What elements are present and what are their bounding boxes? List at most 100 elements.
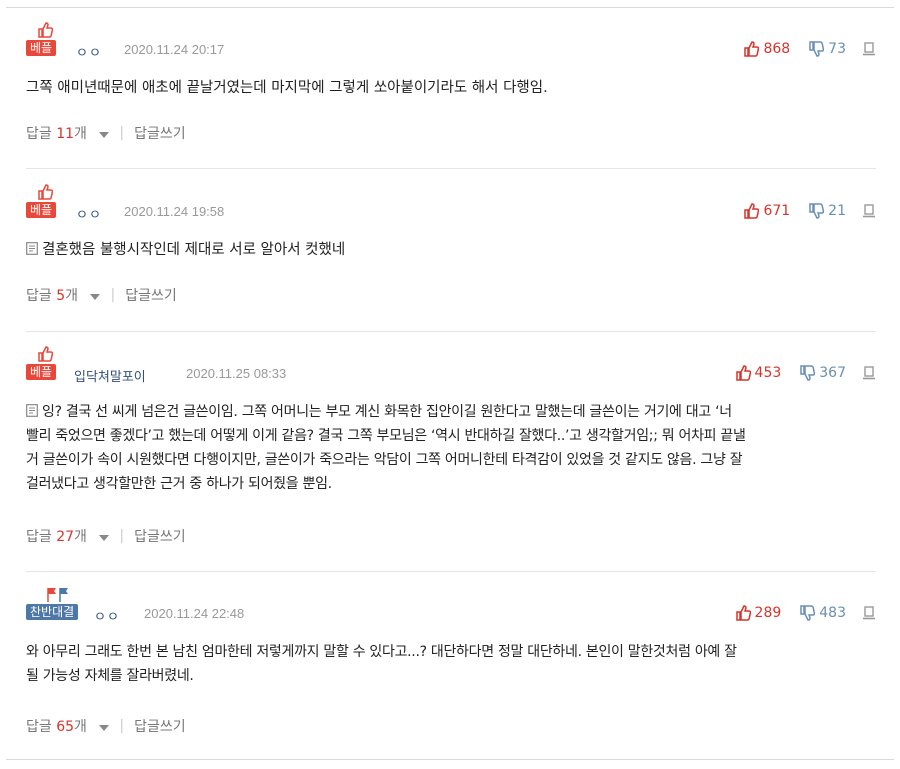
thumbs-up-icon [38, 184, 53, 200]
like-button[interactable]: 868 [743, 41, 790, 57]
comment-divider [26, 331, 876, 332]
memo-icon [26, 404, 38, 417]
top-divider [6, 7, 894, 8]
report-icon[interactable] [862, 606, 876, 620]
write-reply-link[interactable]: 답글쓰기 [134, 123, 186, 143]
comment-divider [26, 168, 876, 169]
separator: | [119, 528, 125, 544]
comment-divider [26, 571, 876, 572]
author-name[interactable]: ㅇㅇ [94, 606, 120, 625]
reply-unit: 개 [74, 126, 87, 142]
dislike-count: 73 [828, 41, 846, 57]
write-reply-link[interactable]: 답글쓰기 [125, 285, 177, 305]
best-badge-label: 베플 [26, 40, 57, 56]
like-count: 671 [763, 203, 791, 219]
memo-icon [26, 242, 38, 255]
reply-bar: 답글 65개 | 답글쓰기 [26, 716, 186, 736]
caret-down-icon [99, 725, 110, 731]
comment-item: 베플 ㅇㅇ 2020.11.24 19:58 671 21 결혼했음 불행시작인… [26, 184, 876, 314]
like-count: 868 [763, 41, 791, 57]
comment-item: 베플 ㅇㅇ 2020.11.24 20:17 868 73 그쪽 애미년때문에 … [26, 22, 876, 152]
reply-label: 답글 [26, 126, 52, 142]
caret-down-icon [99, 132, 110, 138]
separator: | [119, 718, 125, 734]
reply-count: 5 [56, 288, 66, 304]
comment-text: 그쪽 애미년때문에 애초에 끝날거였는데 마지막에 그렇게 쏘아붙이기라도 해서… [26, 80, 548, 96]
dislike-button[interactable]: 21 [808, 203, 846, 219]
comment-line: 걸러냈다고 생각할만한 근거 중 하나가 되어줬을 뿐임. [26, 476, 332, 492]
dislike-count: 367 [819, 365, 846, 381]
reply-unit: 개 [74, 719, 87, 735]
reply-toggle[interactable]: 답글 27개 [26, 526, 110, 546]
comment-line: 거 글쓴이가 속이 시원했다면 다행이지만, 글쓴이가 죽으라는 악담이 그쪽 … [26, 452, 743, 468]
dislike-button[interactable]: 483 [799, 605, 846, 621]
thumbs-down-icon [800, 605, 816, 621]
dislike-count: 483 [819, 605, 846, 621]
report-icon[interactable] [862, 366, 876, 380]
like-count: 453 [754, 365, 782, 381]
thumbs-up-icon [735, 365, 751, 381]
reply-count: 11 [56, 126, 75, 142]
comment-line: 빨리 죽었으면 좋겠다’고 했는데 어떻게 이게 같음? 결국 그쪽 부모님은 … [26, 428, 746, 444]
like-button[interactable]: 671 [743, 203, 790, 219]
author-name[interactable]: ㅇㅇ [76, 204, 102, 223]
vote-actions: 868 73 [743, 40, 876, 58]
best-badge-label: 베플 [26, 202, 57, 218]
best-badge: 베플 [26, 346, 64, 382]
comment-text: 잉? 결국 선 씨게 넘은건 글쓴이임. 그쪽 어머니는 부모 계신 화목한 집… [26, 400, 746, 496]
vs-badge-label: 찬반대결 [26, 604, 79, 620]
comment-text: 결혼했음 불행시작인데 제대로 서로 알아서 컷했네 [26, 238, 345, 262]
thumbs-up-icon [38, 22, 53, 38]
author-name[interactable]: ㅇㅇ [76, 42, 102, 61]
reply-label: 답글 [26, 529, 52, 545]
comment-date: 2020.11.25 08:33 [186, 366, 287, 381]
vote-actions: 671 21 [743, 202, 876, 220]
caret-down-icon [99, 535, 110, 541]
reply-toggle[interactable]: 답글 5개 [26, 285, 101, 305]
bottom-divider [6, 759, 894, 760]
dislike-button[interactable]: 367 [799, 365, 846, 381]
reply-label: 답글 [26, 288, 52, 304]
thumbs-down-icon [800, 365, 816, 381]
thumbs-down-icon [809, 41, 825, 57]
report-icon[interactable] [862, 42, 876, 56]
reply-bar: 답글 11개 | 답글쓰기 [26, 123, 186, 143]
report-icon[interactable] [862, 204, 876, 218]
dislike-button[interactable]: 73 [808, 41, 846, 57]
author-name[interactable]: 입닥쳐말포이 [74, 366, 146, 385]
flag-icon [47, 588, 68, 602]
thumbs-up-icon [735, 605, 751, 621]
reply-unit: 개 [74, 529, 87, 545]
reply-label: 답글 [26, 719, 52, 735]
comment-text-content: 결혼했음 불행시작인데 제대로 서로 알아서 컷했네 [42, 242, 346, 258]
reply-count: 65 [56, 719, 75, 735]
vs-badge: 찬반대결 [26, 586, 90, 622]
reply-bar: 답글 27개 | 답글쓰기 [26, 526, 186, 546]
vote-actions: 289 483 [735, 604, 876, 622]
comment-line: 될 가능성 자체를 잘라버렸네. [26, 668, 194, 684]
thumbs-down-icon [809, 203, 825, 219]
comment-line: 와 아무리 그래도 한번 본 남친 엄마한테 저렇게까지 말할 수 있다고...… [26, 644, 737, 660]
best-badge: 베플 [26, 184, 64, 220]
like-button[interactable]: 289 [735, 605, 782, 621]
write-reply-link[interactable]: 답글쓰기 [134, 716, 186, 736]
comment-item: 베플 입닥쳐말포이 2020.11.25 08:33 453 367 잉? 결국… [26, 346, 876, 556]
best-badge: 베플 [26, 22, 64, 58]
reply-toggle[interactable]: 답글 65개 [26, 716, 110, 736]
like-count: 289 [754, 605, 782, 621]
comment-list: 베플 ㅇㅇ 2020.11.24 20:17 868 73 그쪽 애미년때문에 … [0, 0, 900, 769]
comment-date: 2020.11.24 20:17 [124, 42, 225, 57]
like-button[interactable]: 453 [735, 365, 782, 381]
write-reply-link[interactable]: 답글쓰기 [134, 526, 186, 546]
comment-date: 2020.11.24 22:48 [144, 606, 245, 621]
separator: | [119, 125, 125, 141]
reply-toggle[interactable]: 답글 11개 [26, 123, 110, 143]
best-badge-label: 베플 [26, 364, 57, 380]
reply-bar: 답글 5개 | 답글쓰기 [26, 285, 177, 305]
reply-count: 27 [56, 529, 75, 545]
comment-line-text: 잉? 결국 선 씨게 넘은건 글쓴이임. 그쪽 어머니는 부모 계신 화목한 집… [42, 404, 732, 420]
thumbs-up-icon [38, 346, 53, 362]
thumbs-up-icon [744, 203, 760, 219]
dislike-count: 21 [828, 203, 846, 219]
separator: | [110, 287, 116, 303]
